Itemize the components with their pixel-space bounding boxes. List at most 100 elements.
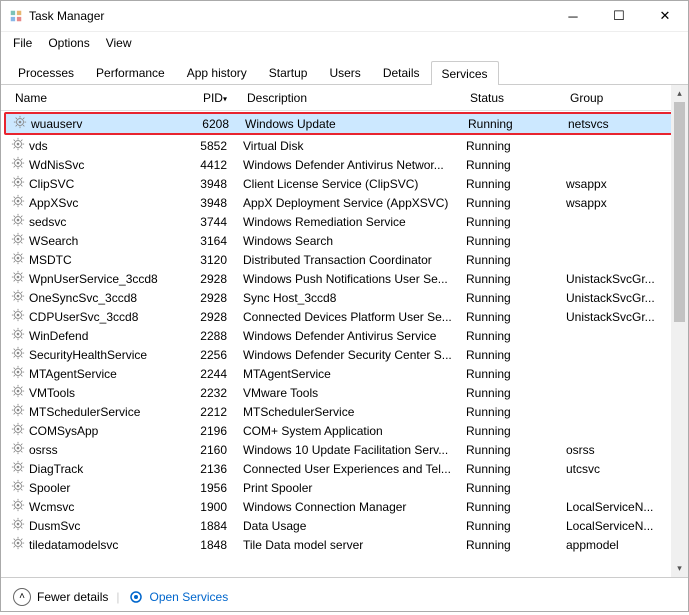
service-pid: 1848 [195,538,243,552]
menu-file[interactable]: File [13,36,32,50]
service-pid: 2288 [195,329,243,343]
service-icon [11,479,25,496]
service-pid: 2232 [195,386,243,400]
service-name: WSearch [29,234,78,248]
service-description: Print Spooler [243,481,466,495]
tab-details[interactable]: Details [372,60,431,84]
service-description: Windows Connection Manager [243,500,466,514]
service-status: Running [466,253,566,267]
service-description: MTAgentService [243,367,466,381]
table-row[interactable]: DusmSvc1884Data UsageRunningLocalService… [1,516,688,535]
table-row[interactable]: CDPUserSvc_3ccd82928Connected Devices Pl… [1,307,688,326]
table-row[interactable]: Spooler1956Print SpoolerRunning [1,478,688,497]
tab-services[interactable]: Services [431,61,499,85]
table-row[interactable]: vds5852Virtual DiskRunning [1,136,688,155]
column-group[interactable]: Group [566,91,688,105]
service-pid: 3948 [195,177,243,191]
table-row[interactable]: wuauserv6208Windows UpdateRunningnetsvcs [4,112,685,135]
open-services-link[interactable]: Open Services [128,589,229,605]
table-header: Name PID▾ Description Status Group [1,85,688,111]
service-icon [11,346,25,363]
service-group: UnistackSvcGr... [566,272,688,286]
service-status: Running [466,443,566,457]
fewer-details-button[interactable]: ˄ Fewer details [13,588,108,606]
service-description: Windows Defender Antivirus Service [243,329,466,343]
menu-view[interactable]: View [106,36,132,50]
service-icon [11,194,25,211]
column-name[interactable]: Name [11,91,195,105]
service-pid: 2256 [195,348,243,362]
table-row[interactable]: DiagTrack2136Connected User Experiences … [1,459,688,478]
table-row[interactable]: AppXSvc3948AppX Deployment Service (AppX… [1,193,688,212]
table-row[interactable]: MSDTC3120Distributed Transaction Coordin… [1,250,688,269]
service-status: Running [466,177,566,191]
table-row[interactable]: OneSyncSvc_3ccd82928Sync Host_3ccd8Runni… [1,288,688,307]
table-row[interactable]: MTSchedulerService2212MTSchedulerService… [1,402,688,421]
tab-users[interactable]: Users [318,60,371,84]
scroll-thumb[interactable] [674,102,685,322]
service-name: AppXSvc [29,196,78,210]
table-row[interactable]: WSearch3164Windows SearchRunning [1,231,688,250]
scroll-up-icon[interactable]: ▴ [671,85,688,102]
service-group: appmodel [566,538,688,552]
scrollbar[interactable]: ▴ ▾ [671,85,688,577]
column-description[interactable]: Description [243,91,466,105]
service-status: Running [466,405,566,419]
table-row[interactable]: SecurityHealthService2256Windows Defende… [1,345,688,364]
service-description: VMware Tools [243,386,466,400]
chevron-up-icon: ˄ [13,588,31,606]
table-body: wuauserv6208Windows UpdateRunningnetsvcs… [1,111,688,577]
tab-app-history[interactable]: App history [176,60,258,84]
service-icon [11,460,25,477]
service-name: ClipSVC [29,177,74,191]
service-name: CDPUserSvc_3ccd8 [29,310,138,324]
service-group: wsappx [566,196,688,210]
service-description: Connected Devices Platform User Se... [243,310,466,324]
service-icon [11,175,25,192]
table-row[interactable]: tiledatamodelsvc1848Tile Data model serv… [1,535,688,554]
service-pid: 5852 [195,139,243,153]
tab-processes[interactable]: Processes [7,60,85,84]
service-pid: 2928 [195,291,243,305]
table-row[interactable]: Wcmsvc1900Windows Connection ManagerRunn… [1,497,688,516]
tab-startup[interactable]: Startup [258,60,319,84]
table-row[interactable]: ClipSVC3948Client License Service (ClipS… [1,174,688,193]
service-name: MSDTC [29,253,72,267]
minimize-button[interactable]: ─ [550,1,596,31]
service-description: COM+ System Application [243,424,466,438]
service-name: MTSchedulerService [29,405,140,419]
tab-performance[interactable]: Performance [85,60,176,84]
service-icon [11,403,25,420]
service-icon [11,498,25,515]
tabbar: Processes Performance App history Startu… [1,54,688,85]
service-description: Windows Search [243,234,466,248]
service-name: DiagTrack [29,462,83,476]
close-button[interactable]: ✕ [642,1,688,31]
service-status: Running [466,234,566,248]
maximize-button[interactable]: ☐ [596,1,642,31]
service-pid: 4412 [195,158,243,172]
table-row[interactable]: WinDefend2288Windows Defender Antivirus … [1,326,688,345]
table-row[interactable]: WpnUserService_3ccd82928Windows Push Not… [1,269,688,288]
table-row[interactable]: WdNisSvc4412Windows Defender Antivirus N… [1,155,688,174]
service-name: Wcmsvc [29,500,74,514]
menu-options[interactable]: Options [48,36,89,50]
table-row[interactable]: sedsvc3744Windows Remediation ServiceRun… [1,212,688,231]
table-row[interactable]: MTAgentService2244MTAgentServiceRunning [1,364,688,383]
column-pid[interactable]: PID▾ [195,91,243,105]
service-pid: 3744 [195,215,243,229]
service-icon [11,213,25,230]
table-row[interactable]: VMTools2232VMware ToolsRunning [1,383,688,402]
column-status[interactable]: Status [466,91,566,105]
table-row[interactable]: COMSysApp2196COM+ System ApplicationRunn… [1,421,688,440]
service-pid: 1900 [195,500,243,514]
service-status: Running [466,348,566,362]
service-pid: 3120 [195,253,243,267]
service-group: LocalServiceN... [566,519,688,533]
app-icon [9,9,23,23]
service-description: Windows Defender Security Center S... [243,348,466,362]
scroll-down-icon[interactable]: ▾ [671,560,688,577]
service-status: Running [466,139,566,153]
table-row[interactable]: osrss2160Windows 10 Update Facilitation … [1,440,688,459]
service-status: Running [466,462,566,476]
